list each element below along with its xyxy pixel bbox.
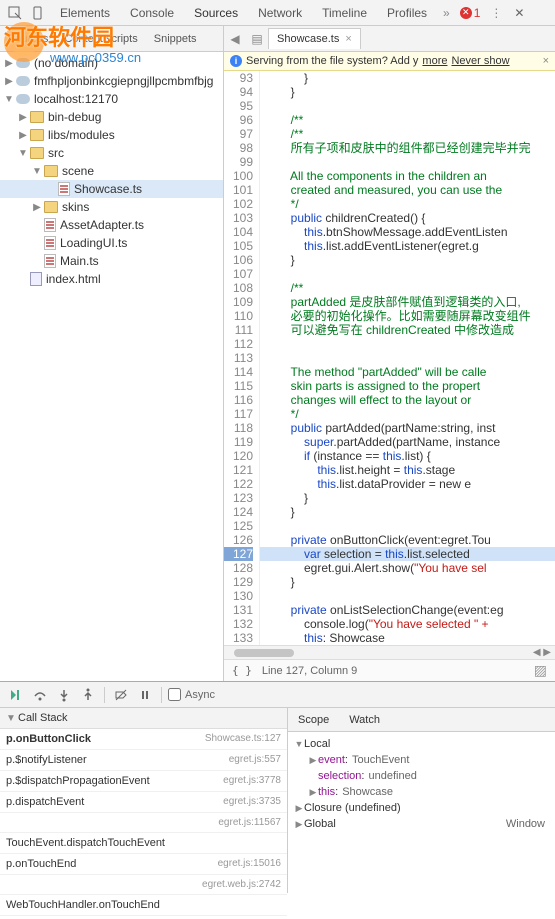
file-icon — [44, 236, 56, 250]
tree-index[interactable]: index.html — [0, 270, 223, 288]
cursor-position: Line 127, Column 9 — [262, 665, 357, 677]
folder-icon — [44, 165, 58, 177]
callstack-pane: ▼Call Stack p.onButtonClickShowcase.ts:1… — [0, 708, 288, 893]
folder-icon — [30, 129, 44, 141]
tree-main[interactable]: Main.ts — [0, 252, 223, 270]
tree-bin-debug[interactable]: ▶bin-debug — [0, 108, 223, 126]
sources-sidebar: Sources Content scripts Snippets ▶(no do… — [0, 26, 224, 681]
editor-tabs: ◀ ▤ Showcase.ts × — [224, 26, 555, 52]
tree-scene[interactable]: ▼scene — [0, 162, 223, 180]
scrollbar-arrows[interactable]: ◀ ▶ — [529, 647, 555, 658]
callstack-row[interactable]: p.onButtonClickShowcase.ts:127 — [0, 729, 287, 750]
pretty-print-icon[interactable]: { } — [232, 664, 252, 677]
callstack-header[interactable]: ▼Call Stack — [0, 708, 287, 729]
info-never-link[interactable]: Never show — [451, 55, 509, 67]
scope-selection[interactable]: selection: undefined — [290, 768, 553, 784]
callstack-row[interactable]: egret.web.js:2742 — [0, 875, 287, 895]
cloud-icon — [16, 76, 30, 86]
main-tabs: Elements Console Sources Network Timelin… — [50, 0, 555, 26]
tree-asset[interactable]: AssetAdapter.ts — [0, 216, 223, 234]
tree-skins[interactable]: ▶skins — [0, 198, 223, 216]
status-slash: ▨ — [534, 662, 547, 679]
info-text: Serving from the file system? Add y — [246, 55, 418, 67]
info-bar: i Serving from the file system? Add y mo… — [224, 52, 555, 71]
tree-showcase[interactable]: Showcase.ts — [0, 180, 223, 198]
cloud-icon — [16, 94, 30, 104]
file-tree: ▶(no domain) ▶fmfhpljonbinkcgiepngjllpcm… — [0, 52, 223, 290]
horizontal-scrollbar[interactable]: ◀ ▶ — [224, 645, 555, 659]
file-tab-label: Showcase.ts — [277, 33, 339, 45]
scope-local[interactable]: ▼Local — [290, 736, 553, 752]
async-checkbox[interactable] — [168, 688, 181, 701]
nav-back-icon[interactable]: ◀ — [224, 28, 246, 50]
debugger-bar: Async — [0, 682, 555, 708]
tree-libs[interactable]: ▶libs/modules — [0, 126, 223, 144]
info-more-link[interactable]: more — [422, 55, 447, 67]
tab-elements[interactable]: Elements — [50, 1, 120, 25]
scope-tabs: Scope Watch — [288, 708, 555, 732]
pause-exceptions-icon[interactable] — [135, 685, 155, 705]
folder-icon — [30, 147, 44, 159]
callstack-row[interactable]: p.onTouchEndegret.js:15016 — [0, 854, 287, 875]
editor-status: { } Line 127, Column 9 ▨ — [224, 659, 555, 681]
step-out-icon[interactable] — [78, 685, 98, 705]
code-editor[interactable]: 9394959697989910010110210310410510610710… — [224, 71, 555, 645]
step-over-icon[interactable] — [30, 685, 50, 705]
nav-list-icon[interactable]: ▤ — [246, 28, 268, 50]
tab-scope[interactable]: Scope — [288, 710, 339, 730]
scope-event[interactable]: ▶event: TouchEvent — [290, 752, 553, 768]
html-icon — [30, 272, 42, 286]
deactivate-breakpoints-icon[interactable] — [111, 685, 131, 705]
scope-pane: Scope Watch ▼Local ▶event: TouchEvent se… — [288, 708, 555, 893]
scope-this[interactable]: ▶this: Showcase — [290, 784, 553, 800]
line-gutter: 9394959697989910010110210310410510610710… — [224, 71, 260, 645]
step-into-icon[interactable] — [54, 685, 74, 705]
menu-icon[interactable]: ⋮ — [484, 6, 508, 20]
tab-console[interactable]: Console — [120, 1, 184, 25]
tab-network[interactable]: Network — [248, 1, 312, 25]
tab-timeline[interactable]: Timeline — [312, 1, 377, 25]
close-icon[interactable]: × — [345, 33, 351, 45]
file-icon — [44, 254, 56, 268]
folder-icon — [30, 111, 44, 123]
callstack-row[interactable]: TouchEvent.dispatchTouchEvent — [0, 833, 287, 854]
scope-tree: ▼Local ▶event: TouchEvent selection: und… — [288, 732, 555, 893]
file-icon — [58, 182, 70, 196]
tree-localhost[interactable]: ▼localhost:12170 — [0, 90, 223, 108]
subtab-snippets[interactable]: Snippets — [146, 28, 205, 50]
callstack-row[interactable]: p.$notifyListeneregret.js:557 — [0, 750, 287, 771]
tree-src[interactable]: ▼src — [0, 144, 223, 162]
scope-closure[interactable]: ▶Closure (undefined) — [290, 800, 553, 816]
callstack-row[interactable]: p.dispatchEventegret.js:3735 — [0, 792, 287, 813]
code-body[interactable]: } } /** /** 所有子项和皮肤中的组件都已经创建完毕并完 All the… — [260, 71, 555, 645]
close-icon[interactable]: × — [543, 55, 549, 67]
async-toggle[interactable]: Async — [168, 688, 215, 701]
resume-icon[interactable] — [6, 685, 26, 705]
file-icon — [44, 218, 56, 232]
info-icon: i — [230, 55, 242, 67]
close-icon[interactable]: ✕ — [508, 6, 530, 20]
editor-pane: ◀ ▤ Showcase.ts × i Serving from the fil… — [224, 26, 555, 681]
tab-watch[interactable]: Watch — [339, 710, 390, 730]
tab-sources[interactable]: Sources — [184, 1, 248, 25]
callstack-row[interactable]: WebTouchHandler.onTouchEnd — [0, 895, 287, 916]
error-badge[interactable]: ✕1 — [456, 6, 485, 20]
tree-loading[interactable]: LoadingUI.ts — [0, 234, 223, 252]
tree-extension[interactable]: ▶fmfhpljonbinkcgiepngjllpcmbmfbjg — [0, 72, 223, 90]
scrollbar-thumb[interactable] — [234, 649, 294, 657]
scope-global[interactable]: ▶GlobalWindow — [290, 816, 553, 832]
subtab-content-scripts[interactable]: Content scripts — [56, 28, 145, 50]
file-tab-showcase[interactable]: Showcase.ts × — [268, 28, 361, 49]
callstack-row[interactable]: p.$dispatchPropagationEventegret.js:3778 — [0, 771, 287, 792]
tabs-overflow[interactable]: » — [437, 6, 456, 20]
tab-profiles[interactable]: Profiles — [377, 1, 437, 25]
watermark-logo — [0, 18, 48, 66]
callstack-row[interactable]: egret.js:11567 — [0, 813, 287, 833]
folder-icon — [44, 201, 58, 213]
